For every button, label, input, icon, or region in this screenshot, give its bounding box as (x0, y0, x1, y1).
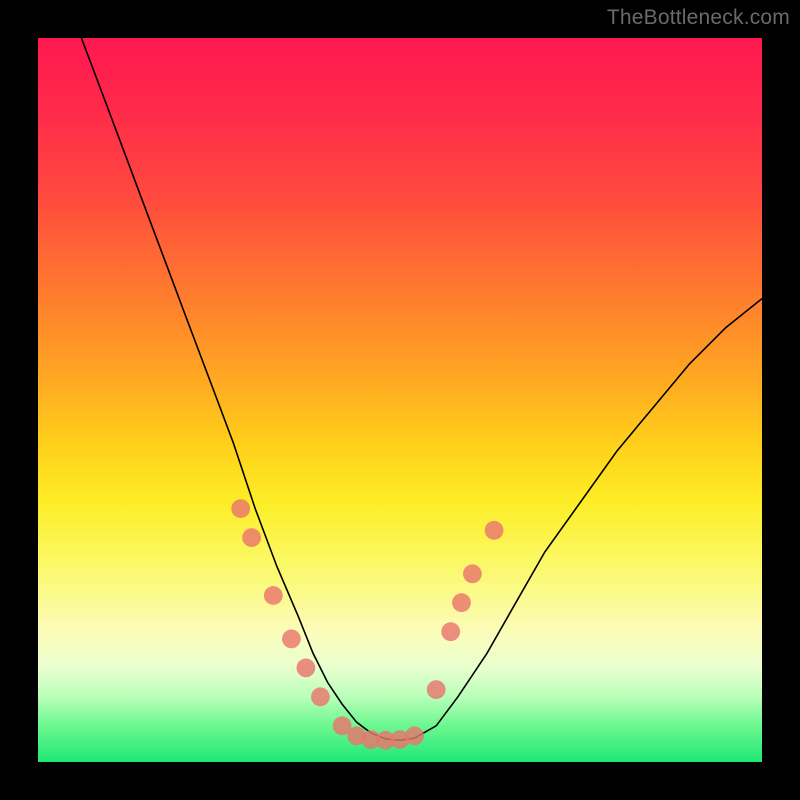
marker-dot (264, 586, 283, 605)
marker-dot (441, 622, 460, 641)
curve-group (81, 38, 762, 740)
marker-dot (485, 521, 504, 540)
chart-frame: TheBottleneck.com (0, 0, 800, 800)
marker-dot (231, 499, 250, 518)
chart-svg (38, 38, 762, 762)
marker-dot (405, 727, 424, 746)
marker-dot (463, 564, 482, 583)
marker-dot (297, 659, 316, 678)
marker-dot (311, 687, 330, 706)
marker-dot (452, 593, 471, 612)
marker-dot (427, 680, 446, 699)
markers-group (231, 499, 503, 749)
bottleneck-curve (81, 38, 762, 740)
marker-dot (242, 528, 261, 547)
watermark-text: TheBottleneck.com (607, 6, 790, 30)
marker-dot (282, 630, 301, 649)
plot-area (38, 38, 762, 762)
